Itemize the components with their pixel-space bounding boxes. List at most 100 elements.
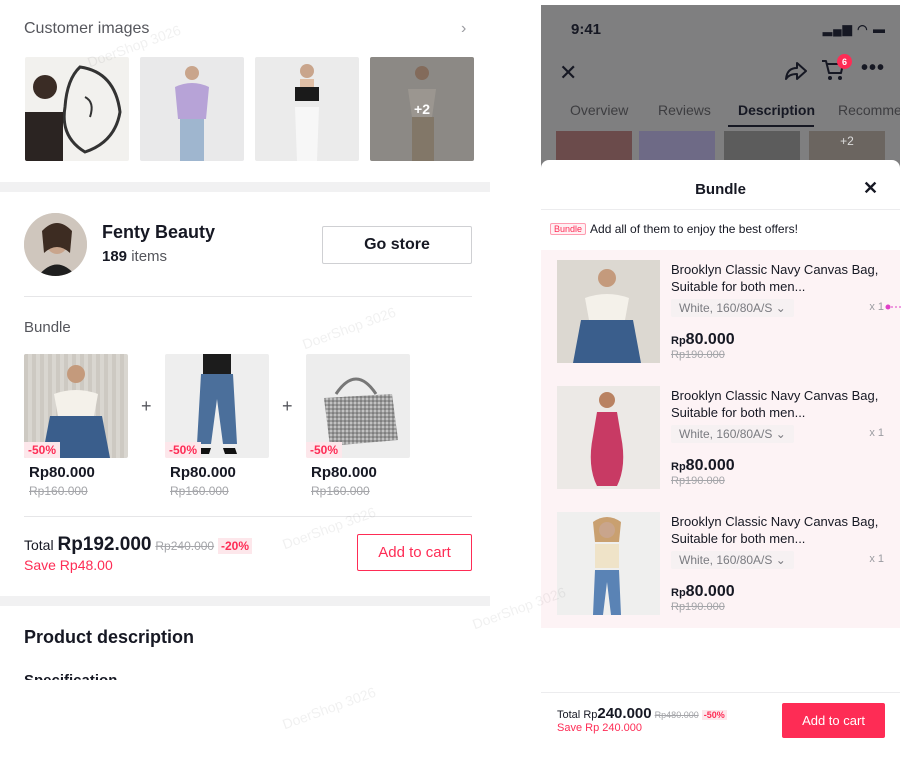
- specification-heading-clipped: Specification: [24, 672, 224, 680]
- store-name[interactable]: Fenty Beauty: [102, 222, 215, 243]
- tab-overview[interactable]: Overview: [570, 102, 628, 118]
- plus-separator: +: [141, 396, 152, 416]
- total-discount-badge: -20%: [217, 538, 252, 554]
- add-to-cart-button[interactable]: Add to cart: [357, 534, 472, 571]
- item-title: Brooklyn Classic Navy Canvas Bag, Suitab…: [671, 514, 879, 546]
- more-images-count: +2: [370, 57, 474, 161]
- store-avatar[interactable]: [24, 213, 87, 276]
- customer-image-2[interactable]: [140, 57, 244, 161]
- item-title: Brooklyn Classic Navy Canvas Bag, Suitab…: [671, 262, 879, 294]
- section-divider: [0, 182, 490, 192]
- bundle-item-list: Brooklyn Classic Navy Canvas Bag, Suitab…: [541, 250, 900, 628]
- sheet-title: Bundle: [695, 181, 746, 198]
- variant-selector[interactable]: White, 160/80A/S ⌄: [671, 425, 794, 443]
- store-items-suffix: items: [131, 248, 168, 265]
- item-image[interactable]: [557, 386, 660, 489]
- tab-reviews[interactable]: Reviews: [658, 102, 711, 118]
- bundle-tag: Bundle: [550, 223, 587, 235]
- bundle-price: Rp80.000: [311, 464, 377, 481]
- currency: Rp: [671, 587, 686, 599]
- strip-image: [639, 131, 715, 161]
- product-detail-panel: Customer images › +2 Fenty Beauty 189 it…: [0, 0, 490, 766]
- bundle-price: Rp80.000: [170, 464, 236, 481]
- plus-separator: +: [282, 396, 293, 416]
- customer-image-3[interactable]: [255, 57, 359, 161]
- bundle-price: Rp80.000: [29, 464, 95, 481]
- promo-banner: Bundle Add all of them to enjoy the best …: [550, 222, 798, 236]
- cart-count-badge: 6: [837, 54, 852, 69]
- total-currency: Rp: [583, 709, 598, 721]
- specification-heading: Specification: [24, 672, 224, 680]
- active-tab-indicator: [728, 125, 814, 127]
- section-divider: [0, 596, 490, 606]
- item-price-value: 80.000: [685, 457, 735, 474]
- tab-recommend[interactable]: Recomme: [838, 102, 900, 118]
- total-label: Total: [24, 537, 54, 553]
- total-label: Total: [557, 709, 581, 721]
- bundle-item[interactable]: Brooklyn Classic Navy Canvas Bag, Suitab…: [541, 376, 900, 496]
- strip-image: [724, 131, 800, 161]
- bundle-old-price: Rp160.000: [170, 484, 229, 498]
- item-image[interactable]: [557, 512, 660, 615]
- currency: Rp: [671, 335, 686, 347]
- share-icon[interactable]: [785, 61, 807, 86]
- bundle-product-3[interactable]: -50%: [306, 354, 410, 458]
- bundle-sheet: Bundle ✕ Bundle Add all of them to enjoy …: [541, 160, 900, 766]
- phone-screen: 9:41 ▂▄▆ ◠ ▬ ✕ 6 ••• Overview Reviews De…: [541, 5, 900, 766]
- save-amount: Save Rp48.00: [24, 557, 113, 573]
- sheet-total: Total Rp240.000 Rp480.000 -50%: [557, 705, 727, 722]
- customer-images-title: Customer images: [24, 20, 150, 37]
- tab-description[interactable]: Description: [738, 102, 815, 118]
- discount-badge: -50%: [306, 442, 343, 458]
- bundle-item[interactable]: Brooklyn Classic Navy Canvas Bag, Suitab…: [541, 250, 900, 370]
- divider: [541, 692, 900, 693]
- item-quantity: x 1: [869, 427, 884, 439]
- item-quantity: x 1: [869, 553, 884, 565]
- divider: [24, 516, 472, 517]
- discount-badge: -50%: [165, 442, 202, 458]
- variant-selector[interactable]: White, 160/80A/S ⌄: [671, 551, 794, 569]
- bundle-total: Total Rp192.000 Rp240.000 -20%: [24, 534, 252, 556]
- chevron-right-icon[interactable]: ›: [461, 20, 466, 38]
- total-price: 240.000: [597, 705, 652, 722]
- discount-badge: -50%: [24, 442, 61, 458]
- item-title: Brooklyn Classic Navy Canvas Bag, Suitab…: [671, 388, 879, 420]
- store-items-number: 189: [102, 248, 128, 265]
- status-time: 9:41: [571, 21, 602, 38]
- status-icons: ▂▄▆ ◠ ▬: [822, 22, 886, 36]
- divider: [24, 296, 472, 297]
- item-old-price: Rp190.000: [671, 349, 725, 361]
- item-price: Rp80.000: [671, 583, 735, 601]
- product-description-title: Product description: [24, 627, 195, 647]
- total-old-price: Rp240.000: [155, 539, 215, 553]
- divider: [541, 209, 900, 210]
- go-store-button[interactable]: Go store: [322, 226, 472, 264]
- item-price: Rp80.000: [671, 457, 735, 475]
- currency: Rp: [671, 461, 686, 473]
- bundle-old-price: Rp160.000: [311, 484, 370, 498]
- add-to-cart-button[interactable]: Add to cart: [782, 703, 885, 738]
- strip-image: [556, 131, 632, 161]
- more-icon[interactable]: •••: [861, 57, 885, 80]
- item-price-value: 80.000: [685, 331, 735, 348]
- total-price: Rp192.000: [57, 534, 152, 555]
- bundle-item[interactable]: Brooklyn Classic Navy Canvas Bag, Suitab…: [541, 502, 900, 622]
- store-items-count: 189 items: [102, 248, 167, 265]
- bundle-product-1[interactable]: -50%: [24, 354, 128, 458]
- customer-image-1[interactable]: [25, 57, 129, 161]
- total-old-price: Rp480.000: [654, 710, 699, 720]
- item-image[interactable]: [557, 260, 660, 363]
- item-price: Rp80.000: [671, 331, 735, 349]
- item-price-value: 80.000: [685, 583, 735, 600]
- customer-image-4[interactable]: +2: [370, 57, 474, 161]
- total-discount-badge: -50%: [701, 710, 727, 720]
- bundle-product-2[interactable]: -50%: [165, 354, 269, 458]
- close-icon[interactable]: ✕: [559, 60, 577, 86]
- close-icon[interactable]: ✕: [863, 178, 878, 199]
- item-old-price: Rp190.000: [671, 601, 725, 613]
- variant-selector[interactable]: White, 160/80A/S ⌄: [671, 299, 794, 317]
- annotation-marker-icon: [885, 304, 902, 310]
- bundle-title: Bundle: [24, 319, 71, 336]
- item-quantity: x 1: [869, 301, 884, 313]
- strip-more-count: +2: [809, 131, 885, 161]
